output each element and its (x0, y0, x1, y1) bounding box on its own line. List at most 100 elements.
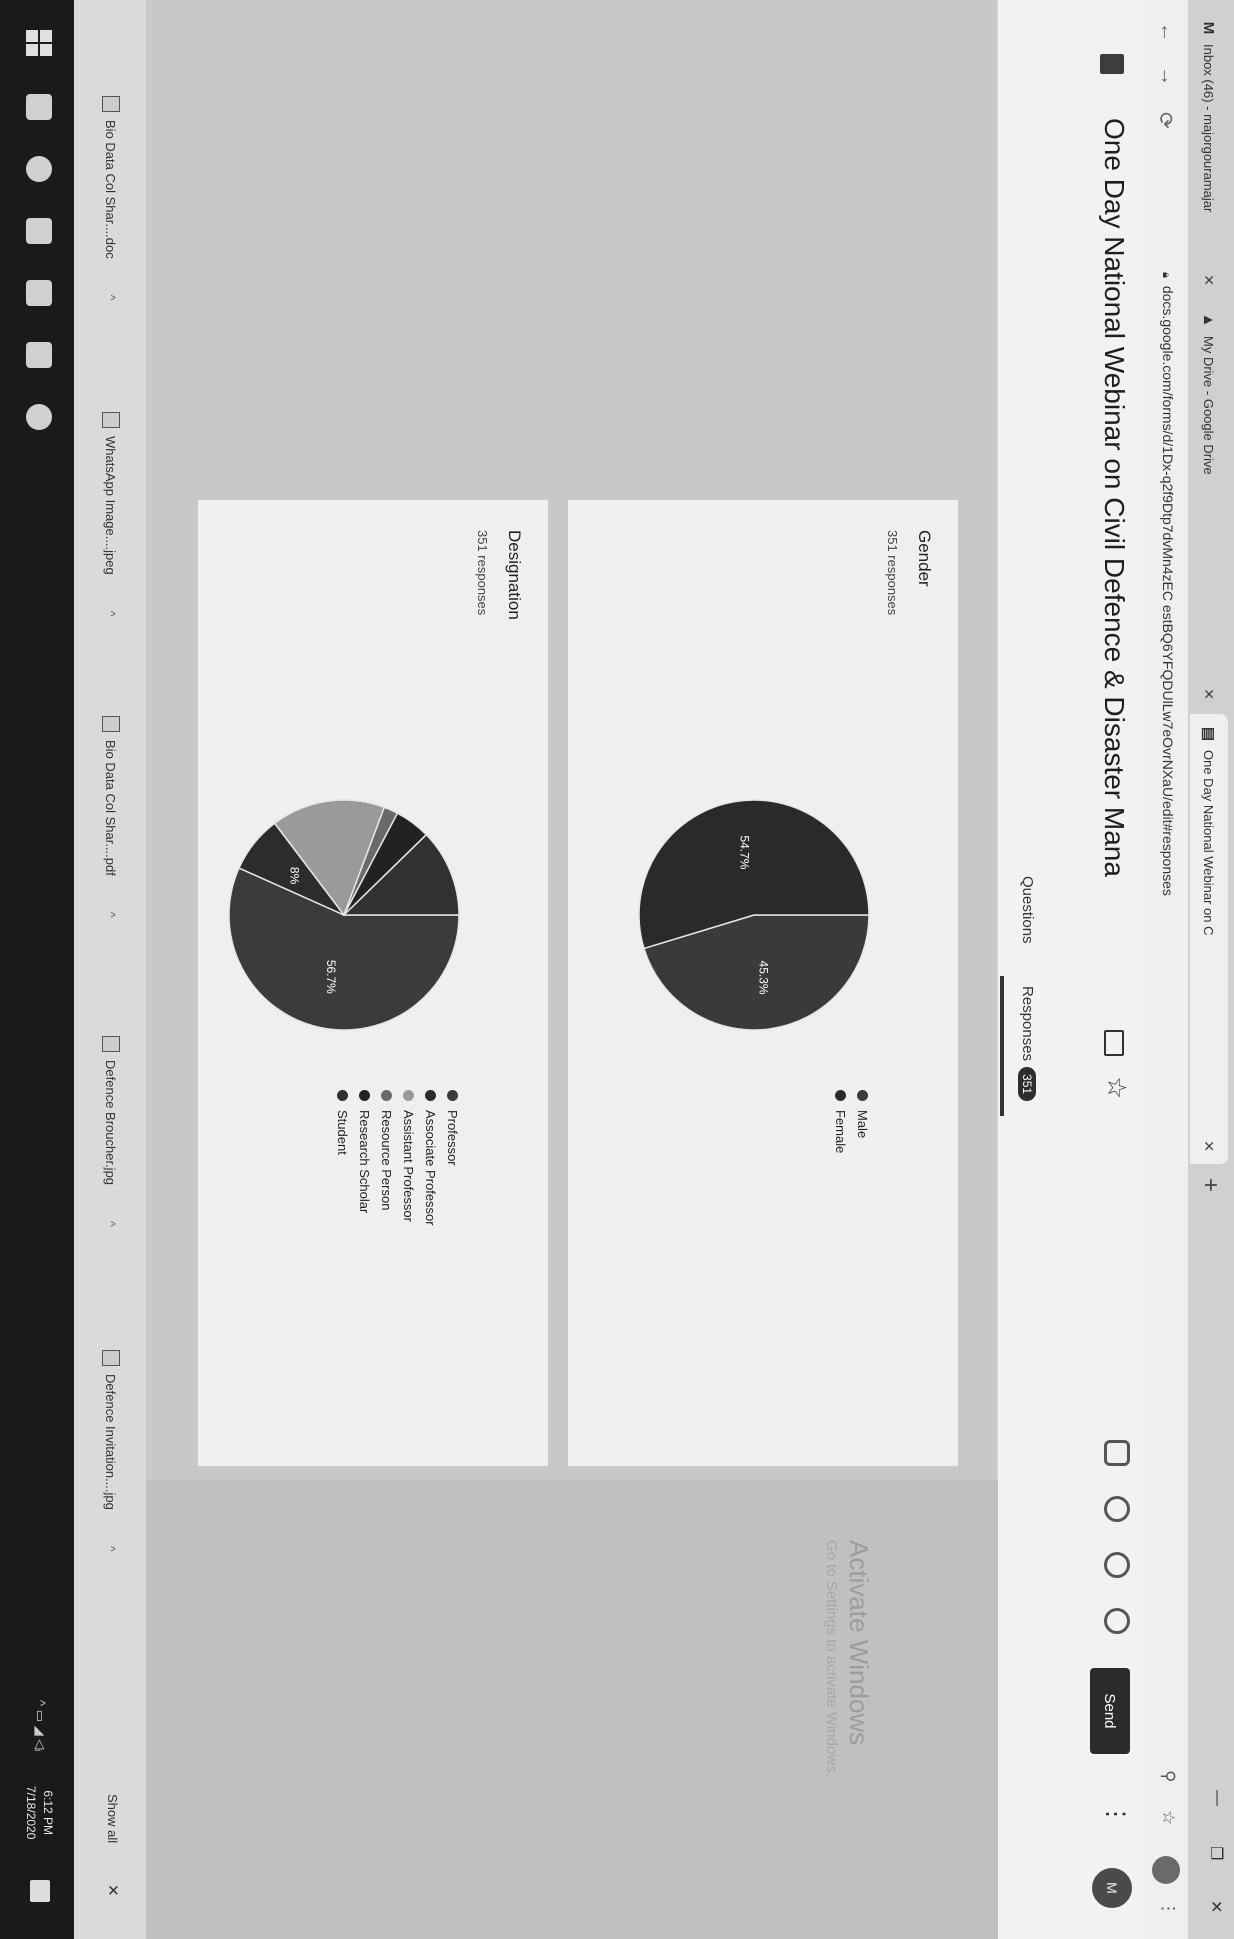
maximize-button[interactable]: ❐ (1206, 1846, 1226, 1860)
download-name: Bio Data Col Shar....doc (103, 120, 119, 259)
settings-gear-icon[interactable] (1104, 1608, 1130, 1634)
form-title[interactable]: One Day National Webinar on Civil Defenc… (1098, 118, 1130, 877)
download-item[interactable]: Bio Data Col Shar....pdf ^ (102, 716, 120, 918)
legend-label: Research Scholar (357, 1110, 373, 1214)
gender-card: Gender 351 responses 45.3% 54.7% Male Fema… (568, 500, 958, 1466)
notification-icon[interactable] (30, 1880, 50, 1902)
activate-windows-subtext: Go to Settings to activate Windows. (823, 1540, 840, 1777)
chevron-up-icon[interactable]: ^ (104, 912, 118, 918)
taskbar-clock[interactable]: 6:12 PM 7/18/2020 (22, 1786, 56, 1839)
tab-gmail[interactable]: M Inbox (46) - majorgouramajar ✕ (1190, 8, 1228, 298)
file-icon (102, 1036, 120, 1052)
star-icon[interactable]: ☆ (1101, 1076, 1132, 1099)
legend-label: Female (833, 1110, 849, 1154)
profile-icon[interactable] (1152, 1856, 1180, 1884)
close-tab-icon[interactable]: ✕ (1201, 688, 1218, 700)
avatar[interactable]: M (1092, 1868, 1132, 1908)
download-item[interactable]: Bio Data Col Shar....doc ^ (102, 96, 120, 300)
forms-icon: ▤ (1200, 726, 1217, 742)
search-icon[interactable]: ⚲ (1158, 1770, 1178, 1782)
tab-forms[interactable]: ▤ One Day National Webinar on C ✕ (1190, 714, 1228, 1164)
more-options-icon[interactable]: ⋮ (1101, 1802, 1130, 1826)
tab-label: Inbox (46) - majorgouramajar (1201, 44, 1217, 213)
legend-swatch (835, 1090, 847, 1101)
tab-responses-label: Responses (1019, 986, 1036, 1062)
legend-swatch (337, 1090, 349, 1101)
responses-count-badge: 351 (1018, 1067, 1036, 1102)
file-icon (102, 412, 120, 428)
send-button[interactable]: Send (1090, 1668, 1130, 1754)
forms-logo-icon (1100, 54, 1124, 74)
question-title: Designation (505, 530, 524, 620)
browser-tab-strip: M Inbox (46) - majorgouramajar ✕ ▲ My Dr… (1188, 0, 1234, 1939)
url-field[interactable]: 🔒︎ docs.google.com/forms/d/1Dx-q2f9Dtp7dv… (1159, 272, 1176, 896)
windows-start-icon[interactable] (26, 30, 52, 56)
legend-item: Female (830, 1090, 852, 1153)
slice-percent-label: 54.7% (738, 835, 752, 869)
gmail-icon: M (1200, 21, 1218, 35)
close-window-button[interactable]: ✕ (1206, 1900, 1226, 1913)
folder-icon[interactable] (1104, 1030, 1124, 1056)
download-item[interactable]: Defence Invitation....jpg ^ (102, 1350, 120, 1552)
active-tab-indicator (1000, 976, 1004, 1116)
addon-icon[interactable] (1104, 1440, 1130, 1466)
preview-eye-icon[interactable] (1104, 1552, 1130, 1578)
close-downloads-icon[interactable]: ✕ (104, 1884, 122, 1897)
file-icon (102, 96, 120, 112)
tab-questions[interactable]: Questions (1019, 876, 1036, 944)
edge-browser-icon[interactable] (26, 156, 52, 182)
chevron-up-icon[interactable]: ^ (104, 295, 118, 301)
tab-drive[interactable]: ▲ My Drive - Google Drive ✕ (1190, 300, 1228, 712)
legend-swatch (359, 1090, 371, 1101)
back-icon[interactable]: ← (1155, 22, 1178, 42)
legend-label: Student (335, 1110, 351, 1155)
downloads-bar: Bio Data Col Shar....doc ^ WhatsApp Image… (74, 0, 146, 1939)
file-icon (102, 1350, 120, 1366)
file-explorer-icon[interactable] (26, 218, 52, 244)
show-all-link[interactable]: Show all (105, 1794, 120, 1843)
slice-percent-label: 56.7% (324, 960, 338, 994)
close-tab-icon[interactable]: ✕ (1201, 1140, 1218, 1152)
legend-label: Resource Person (379, 1110, 395, 1211)
download-item[interactable]: WhatsApp Image....jpeg ^ (102, 412, 120, 616)
legend-swatch (857, 1090, 869, 1101)
reload-icon[interactable]: ⟳ (1153, 112, 1178, 129)
tab-responses[interactable]: Responses 351 (1018, 986, 1036, 1102)
close-tab-icon[interactable]: ✕ (1201, 274, 1218, 286)
download-name: Defence Invitation....jpg (103, 1374, 119, 1510)
minimize-button[interactable]: — (1208, 1790, 1226, 1806)
slice-percent-label: 45.3% (756, 961, 770, 995)
bookmark-star-icon[interactable]: ☆ (1158, 1810, 1178, 1825)
legend-swatch (425, 1090, 437, 1101)
palette-icon[interactable] (1104, 1496, 1130, 1522)
forms-header: One Day National Webinar on Civil Defenc… (997, 0, 1144, 1939)
chevron-up-icon[interactable]: ^ (104, 1546, 118, 1552)
chevron-up-icon[interactable]: ^ (104, 1221, 118, 1227)
chrome-icon[interactable] (26, 404, 52, 430)
download-name: Bio Data Col Shar....pdf (103, 740, 119, 876)
legend-item: Professor (442, 1090, 464, 1226)
chevron-up-icon[interactable]: ^ (104, 611, 118, 617)
legend-item: Student (332, 1090, 354, 1226)
legend-item: Research Scholar (354, 1090, 376, 1226)
url-text: docs.google.com/forms/d/1Dx-q2f9Dtp7dvMn… (1160, 285, 1176, 896)
legend-swatch (403, 1090, 415, 1101)
windows-taskbar: ^ ▭ ◢ ◁ᵢ 6:12 PM 7/18/2020 (0, 0, 74, 1939)
legend-label: Assistant Professor (401, 1110, 417, 1222)
response-count: 351 responses (885, 530, 900, 616)
address-bar: ← → ⟳ 🔒︎ docs.google.com/forms/d/1Dx-q2f9… (1144, 0, 1188, 1939)
menu-icon[interactable]: ⋮ (1158, 1900, 1178, 1917)
new-tab-button[interactable]: + (1196, 1178, 1224, 1192)
forward-icon[interactable]: → (1155, 66, 1178, 86)
download-name: Defence Broucher.jpg (103, 1060, 119, 1186)
store-icon[interactable] (26, 280, 52, 306)
drive-icon: ▲ (1200, 312, 1218, 328)
legend-label: Professor (445, 1110, 461, 1166)
designation-pie-chart: 56.7% 8% (228, 799, 460, 1031)
activate-windows-watermark: Activate Windows (844, 1540, 874, 1746)
task-view-icon[interactable] (26, 94, 52, 120)
download-item[interactable]: Defence Broucher.jpg ^ (102, 1036, 120, 1227)
download-name: WhatsApp Image....jpeg (103, 436, 119, 575)
photos-icon[interactable] (26, 342, 52, 368)
system-tray-icons[interactable]: ^ ▭ ◢ ◁ᵢ (32, 1700, 48, 1751)
